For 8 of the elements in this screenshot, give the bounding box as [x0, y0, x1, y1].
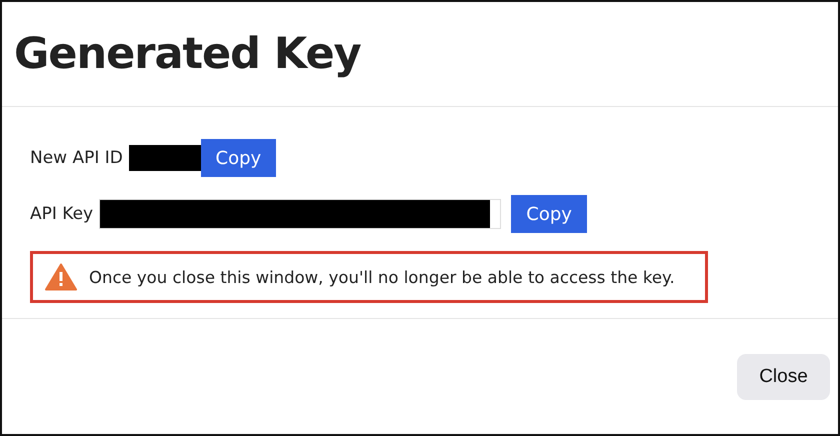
copy-button[interactable]: Copy: [511, 195, 588, 233]
close-button[interactable]: Close: [737, 354, 830, 400]
field-label: New API ID: [30, 148, 123, 168]
field-label: API Key: [30, 204, 94, 224]
dialog-title: Generated Key: [14, 29, 361, 79]
warning-text: Once you close this window, you'll no longer be able to access the key.: [89, 268, 675, 286]
copy-button[interactable]: Copy: [200, 139, 276, 177]
warning-icon: [45, 263, 77, 291]
